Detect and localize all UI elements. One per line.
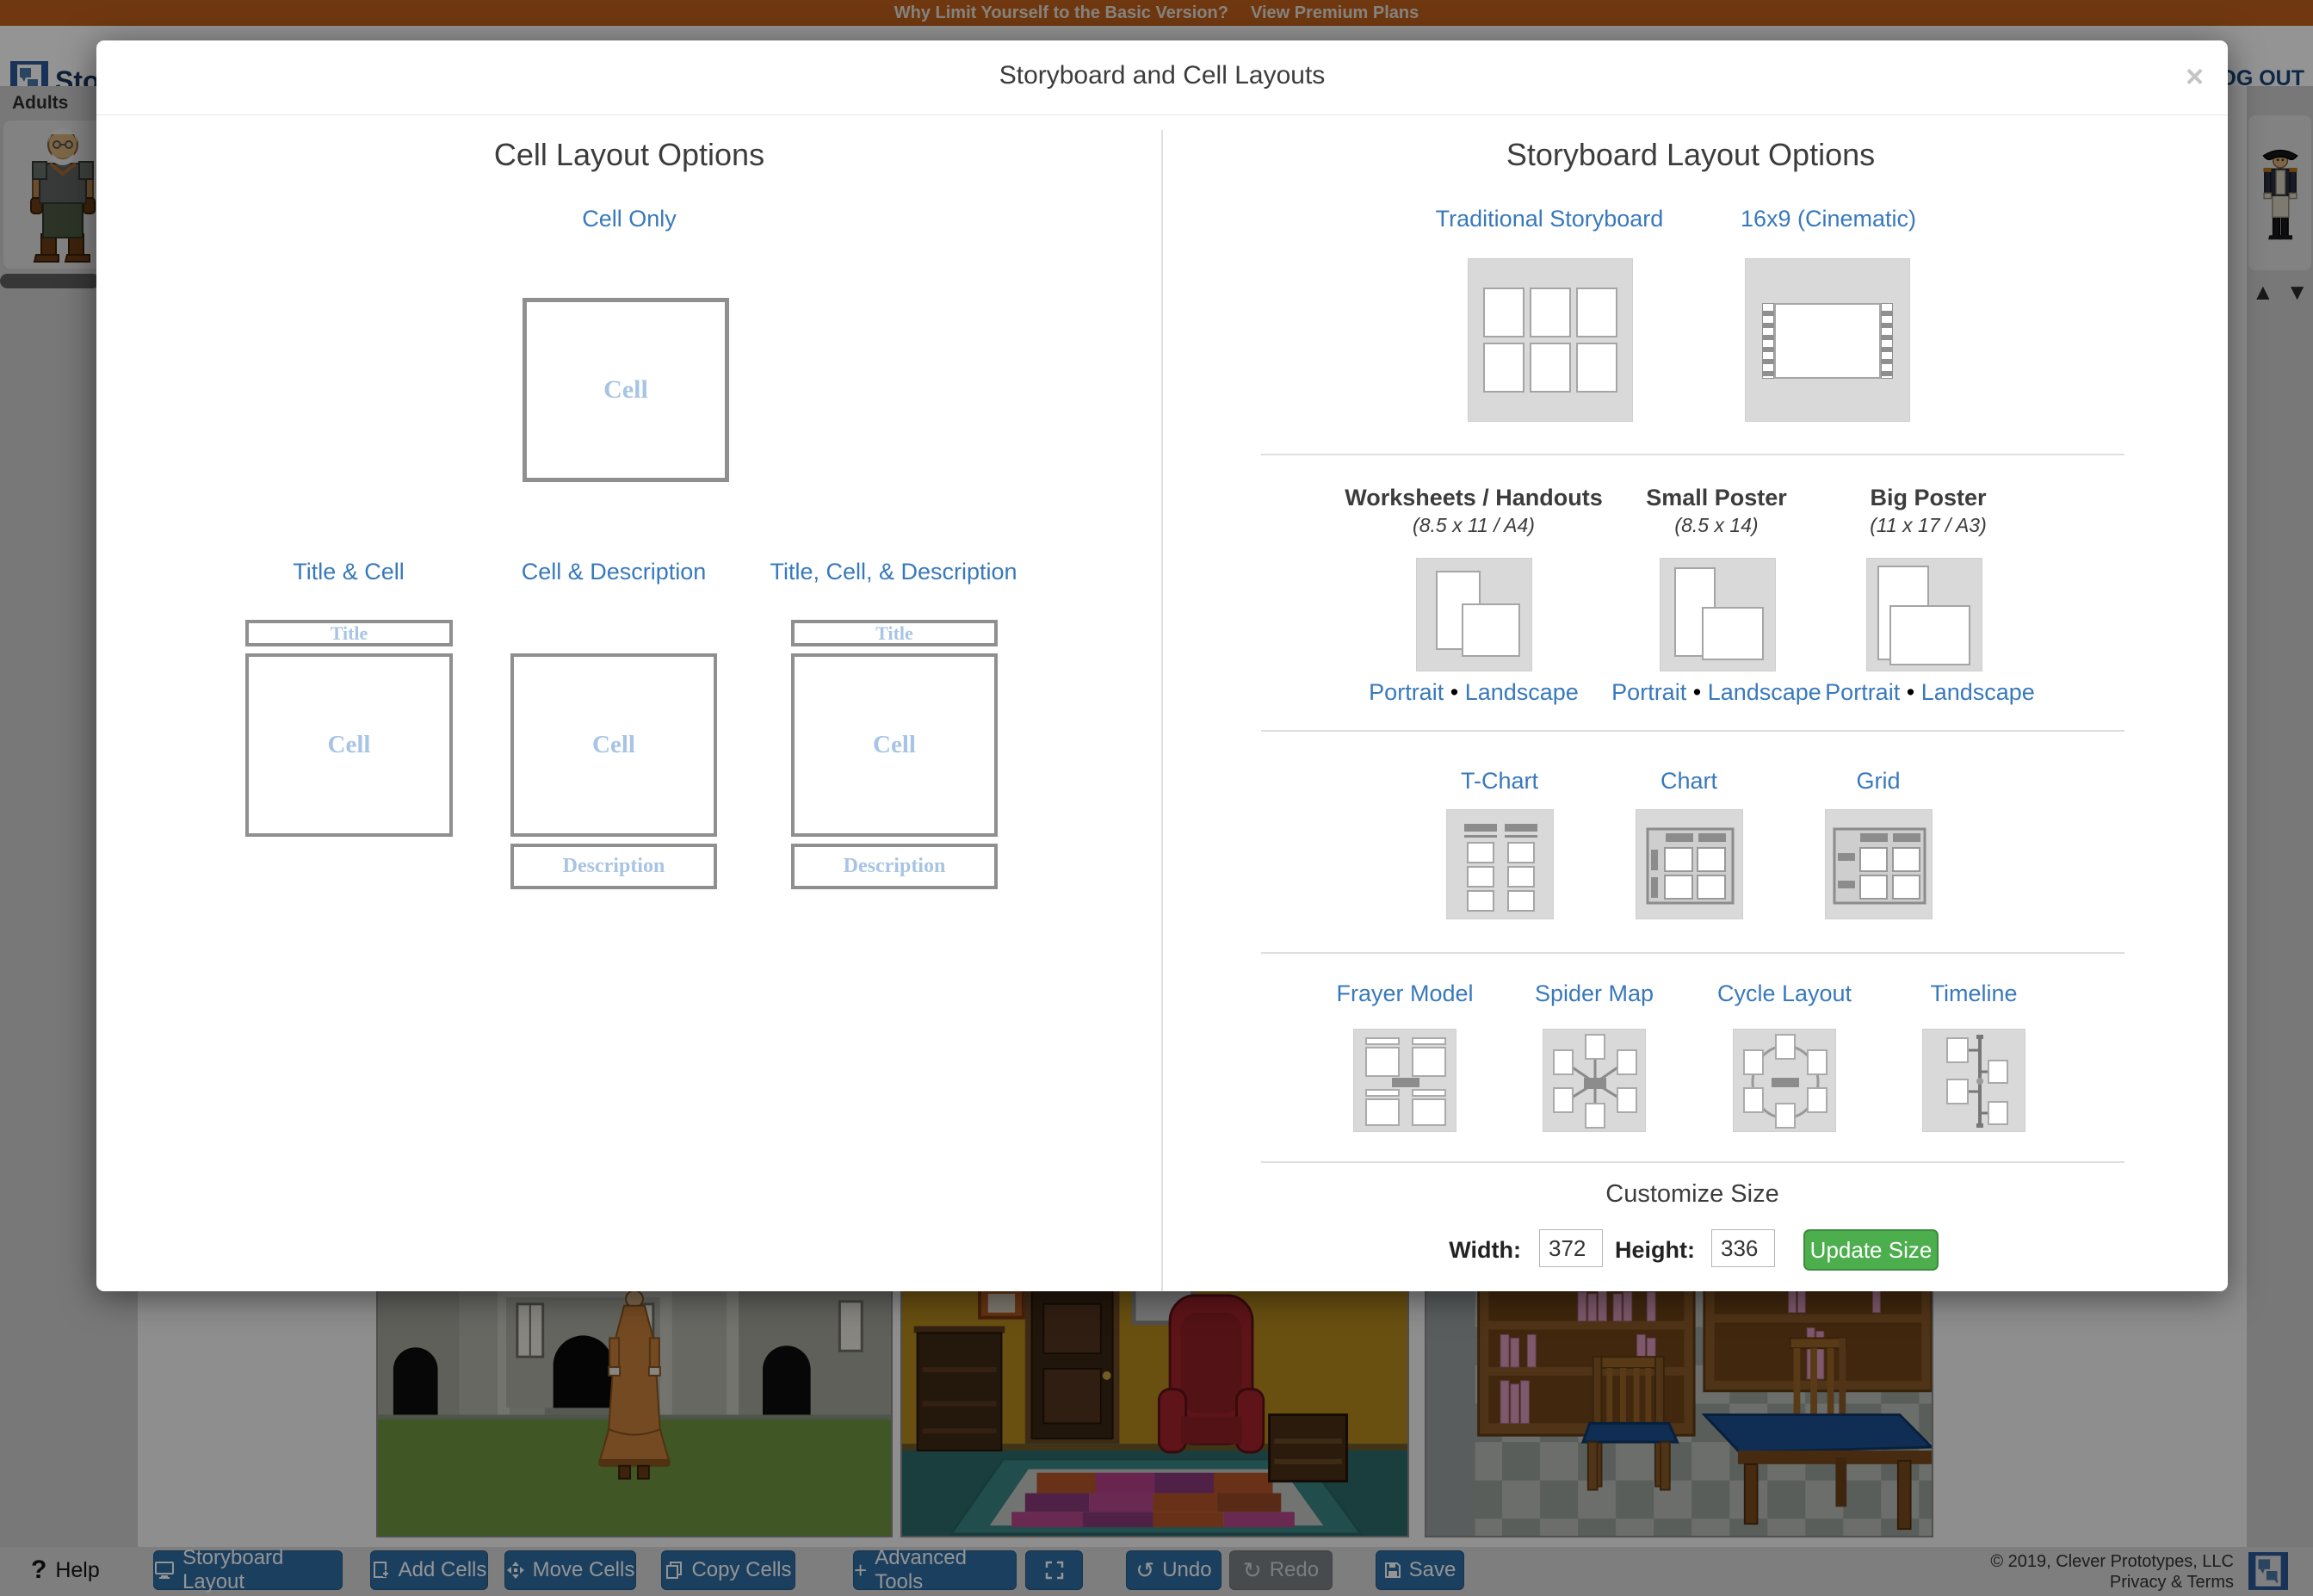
small-poster-thumbnail[interactable] xyxy=(1660,558,1776,671)
update-size-button[interactable]: Update Size xyxy=(1803,1229,1939,1271)
modal-title: Storyboard and Cell Layouts xyxy=(999,61,1326,90)
big-poster-label: Big Poster xyxy=(1870,485,1987,510)
cycle-layout-thumbnail[interactable] xyxy=(1733,1029,1836,1132)
small-poster-portrait-link[interactable]: Portrait xyxy=(1611,679,1686,705)
title-cell-preview-title[interactable]: Title xyxy=(245,620,453,646)
modal-header: Storyboard and Cell Layouts × xyxy=(96,40,2228,115)
height-input[interactable] xyxy=(1711,1229,1775,1267)
title-cell-preview-cell[interactable]: Cell xyxy=(245,653,453,837)
t-chart-thumbnail[interactable] xyxy=(1446,809,1554,919)
timeline-link[interactable]: Timeline xyxy=(1845,980,2103,1007)
spider-map-thumbnail[interactable] xyxy=(1543,1029,1646,1132)
big-poster-size: (11 x 17 / A3) xyxy=(1870,514,1987,536)
spider-map-graphic xyxy=(1553,1034,1637,1129)
layout-options-modal: Storyboard and Cell Layouts × Cell Layou… xyxy=(96,40,2228,1291)
cinematic-16x9-link[interactable]: 16x9 (Cinematic) xyxy=(1656,206,2001,232)
big-poster-orientation-links: Portrait • Landscape xyxy=(1825,679,2035,705)
timeline-graphic xyxy=(1946,1035,2008,1128)
chart-graphic xyxy=(1646,827,1735,905)
cell-options-heading: Cell Layout Options xyxy=(493,137,765,172)
traditional-grid-graphic xyxy=(1483,288,1617,393)
chart-thumbnail[interactable] xyxy=(1636,809,1743,919)
width-label: Width: xyxy=(1449,1237,1521,1263)
title-cell-description-preview-description[interactable]: Description xyxy=(791,844,998,889)
title-cell-description-link[interactable]: Title, Cell, & Description xyxy=(721,559,1066,585)
cycle-layout-graphic xyxy=(1743,1034,1828,1129)
cell-only-link[interactable]: Cell Only xyxy=(199,206,1060,232)
worksheets-thumbnail[interactable] xyxy=(1416,558,1532,671)
cell-only-preview[interactable]: Cell xyxy=(523,298,729,482)
grid-link[interactable]: Grid xyxy=(1706,768,2050,795)
timeline-thumbnail[interactable] xyxy=(1922,1029,2025,1132)
big-poster-thumbnail[interactable] xyxy=(1866,558,1982,671)
separator xyxy=(1261,730,2124,732)
storyboard-options-heading: Storyboard Layout Options xyxy=(1506,137,1876,172)
traditional-storyboard-thumbnail[interactable] xyxy=(1468,258,1633,422)
worksheets-portrait-link[interactable]: Portrait xyxy=(1369,679,1444,705)
separator xyxy=(1261,1161,2124,1163)
separator xyxy=(1261,454,2124,455)
customize-size-heading: Customize Size xyxy=(1605,1180,1779,1208)
grid-thumbnail[interactable] xyxy=(1825,809,1933,919)
frayer-model-thumbnail[interactable] xyxy=(1353,1029,1456,1132)
cell-description-preview-description[interactable]: Description xyxy=(510,844,717,889)
cell-description-preview-cell[interactable]: Cell xyxy=(510,653,717,837)
separator xyxy=(1261,952,2124,954)
big-poster-landscape-link[interactable]: Landscape xyxy=(1921,679,2035,705)
title-cell-description-preview-cell[interactable]: Cell xyxy=(791,653,998,837)
film-strip-graphic xyxy=(1762,303,1893,379)
close-icon[interactable]: × xyxy=(2186,61,2204,92)
pane-divider xyxy=(1161,130,1163,1291)
title-cell-description-preview-title[interactable]: Title xyxy=(791,620,998,646)
frayer-model-graphic xyxy=(1365,1037,1446,1126)
t-chart-graphic xyxy=(1464,824,1537,912)
application-window: Why Limit Yourself to the Basic Version?… xyxy=(0,0,2313,1596)
cinematic-16x9-thumbnail[interactable] xyxy=(1745,258,1910,422)
grid-graphic xyxy=(1833,827,1926,905)
height-label: Height: xyxy=(1615,1237,1695,1263)
big-poster-portrait-link[interactable]: Portrait xyxy=(1825,679,1900,705)
